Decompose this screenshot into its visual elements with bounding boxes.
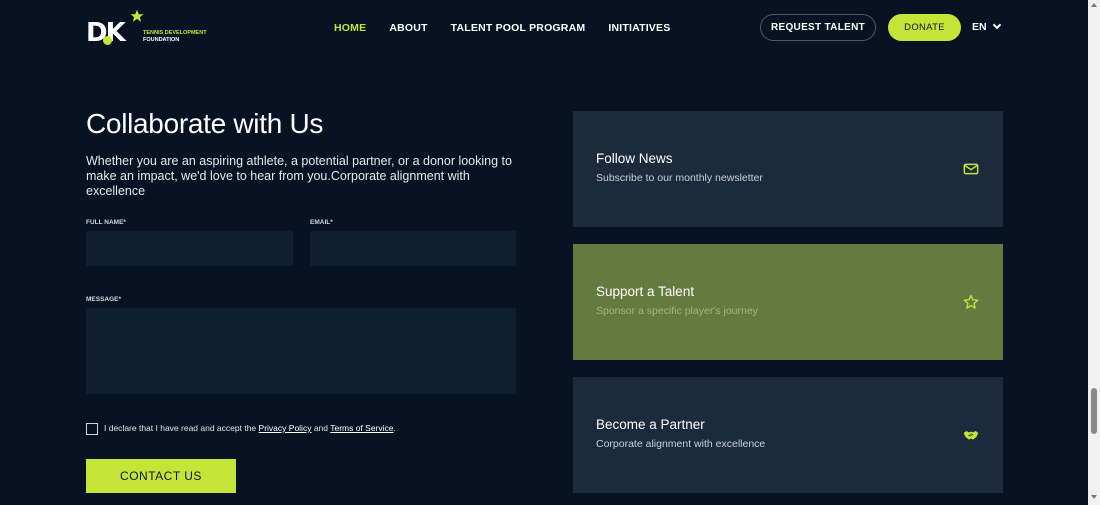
logo-line-2: FOUNDATION — [143, 37, 180, 43]
nav-initiatives[interactable]: INITIATIVES — [608, 22, 670, 34]
message-textarea[interactable] — [86, 308, 516, 394]
email-label: EMAIL* — [310, 219, 333, 226]
nav-home[interactable]: HOME — [334, 22, 366, 34]
nav-about[interactable]: ABOUT — [389, 22, 427, 34]
card-title: Become a Partner — [596, 417, 705, 432]
consent-prefix: I declare that I have read and accept th… — [104, 423, 257, 433]
handshake-icon — [963, 431, 979, 440]
privacy-policy-link[interactable]: Privacy Policy — [259, 423, 312, 433]
logo-subtitle: TENNIS DEVELOPMENT FOUNDATION — [143, 30, 207, 44]
card-support-talent[interactable]: Support a Talent Sponsor a specific play… — [573, 244, 1003, 360]
page-scrollbar[interactable] — [1088, 0, 1100, 505]
tennis-ball-icon — [103, 36, 112, 45]
message-label: MESSAGE* — [86, 296, 122, 303]
star-icon — [963, 294, 979, 309]
consent-and: and — [313, 423, 329, 433]
page-title: Collaborate with Us — [86, 108, 324, 139]
request-talent-button[interactable]: REQUEST TALENT — [760, 14, 876, 41]
scroll-down-arrow-icon[interactable] — [1091, 495, 1097, 499]
email-input[interactable] — [310, 231, 516, 266]
nav-talent-pool-program[interactable]: TALENT POOL PROGRAM — [451, 22, 586, 34]
intro-text: Whether you are an aspiring athlete, a p… — [86, 154, 512, 198]
terms-of-service-link[interactable]: Terms of Service — [330, 423, 393, 433]
site-header: DK TENNIS DEVELOPMENT FOUNDATION HOME AB… — [0, 0, 1088, 56]
scroll-up-arrow-icon[interactable] — [1091, 3, 1097, 7]
full-name-input[interactable] — [86, 231, 293, 266]
logo-star-icon — [130, 9, 144, 22]
main-nav: HOME ABOUT TALENT POOL PROGRAM INITIATIV… — [334, 22, 693, 34]
language-label: EN — [972, 21, 987, 33]
card-subtitle: Sponsor a specific player's journey — [596, 305, 758, 317]
logo-line-1: TENNIS DEVELOPMENT — [143, 30, 207, 36]
card-subtitle: Corporate alignment with excellence — [596, 438, 766, 450]
contact-us-button[interactable]: CONTACT US — [86, 459, 236, 493]
consent-text: I declare that I have read and accept th… — [104, 423, 396, 433]
envelope-icon — [963, 163, 979, 175]
scroll-thumb[interactable] — [1091, 388, 1097, 434]
card-title: Support a Talent — [596, 284, 695, 299]
donate-button[interactable]: DONATE — [888, 14, 961, 41]
card-become-partner[interactable]: Become a Partner Corporate alignment wit… — [573, 377, 1003, 493]
consent-checkbox[interactable] — [86, 423, 98, 435]
full-name-label: FULL NAME* — [86, 219, 126, 226]
card-follow-news[interactable]: Follow News Subscribe to our monthly new… — [573, 111, 1003, 227]
language-selector[interactable]: EN — [972, 20, 1001, 33]
card-title: Follow News — [596, 151, 673, 166]
consent-suffix: . — [393, 423, 396, 433]
chevron-down-icon — [992, 20, 1001, 30]
card-subtitle: Subscribe to our monthly newsletter — [596, 172, 763, 184]
logo[interactable]: DK TENNIS DEVELOPMENT FOUNDATION — [86, 9, 216, 48]
